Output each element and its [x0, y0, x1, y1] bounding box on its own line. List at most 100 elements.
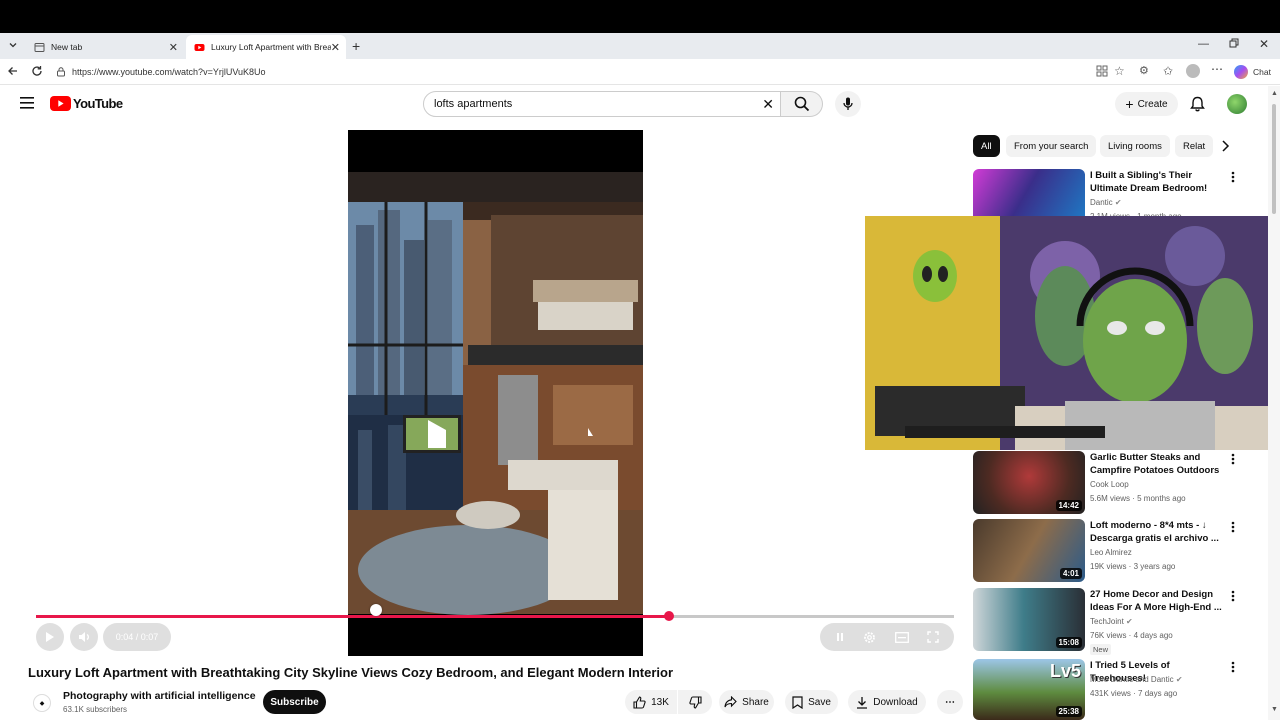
- chips-next-arrow-icon[interactable]: [1220, 140, 1230, 152]
- close-tab-icon[interactable]: ✕: [331, 41, 340, 54]
- create-button[interactable]: + Create: [1115, 92, 1178, 116]
- kebab-menu-icon[interactable]: [1231, 171, 1235, 183]
- settings-gear-icon[interactable]: [863, 631, 876, 644]
- kebab-menu-icon[interactable]: [1231, 661, 1235, 673]
- video-frame[interactable]: [348, 130, 643, 656]
- tab-list-chevron-icon[interactable]: [8, 40, 18, 50]
- clear-search-icon[interactable]: ✕: [762, 96, 774, 113]
- url-field[interactable]: https://www.youtube.com/watch?v=YrjlUVuK…: [50, 62, 1110, 82]
- recommendation-title[interactable]: 27 Home Decor and Design Ideas For A Mor…: [1090, 588, 1225, 614]
- scroll-up-arrow-icon[interactable]: ▲: [1271, 90, 1278, 97]
- user-avatar[interactable]: [1227, 94, 1247, 114]
- webcam-overlay: [865, 216, 1280, 450]
- video-duration: 15:08: [1055, 637, 1082, 648]
- kebab-menu-icon[interactable]: [1231, 453, 1235, 465]
- scroll-down-arrow-icon[interactable]: ▼: [1271, 706, 1278, 713]
- subscribe-label: Subscribe: [270, 696, 319, 708]
- recommendation-item[interactable]: Lv5 25:38 I Tried 5 Levels of Treehouses…: [973, 659, 1253, 720]
- download-button[interactable]: Download: [848, 690, 926, 714]
- video-thumbnail[interactable]: 14:42: [973, 451, 1085, 514]
- video-thumbnail[interactable]: 4:01: [973, 519, 1085, 582]
- search-query: lofts apartments: [434, 98, 513, 110]
- chip-all[interactable]: All: [973, 135, 1000, 157]
- dislike-button[interactable]: [678, 690, 712, 714]
- like-button[interactable]: 13K: [625, 690, 677, 714]
- reload-icon[interactable]: [31, 65, 43, 77]
- notifications-bell-icon[interactable]: [1190, 96, 1205, 112]
- copilot-icon[interactable]: [1234, 65, 1248, 79]
- play-icon: [46, 632, 54, 642]
- minimize-icon[interactable]: —: [1198, 38, 1209, 50]
- filter-chips: All From your search Living rooms Relat: [973, 135, 1233, 157]
- subscriber-count: 63.1K subscribers: [63, 705, 128, 714]
- kebab-menu-icon[interactable]: [1231, 590, 1235, 602]
- browser-tab-bar: New tab ✕ Luxury Loft Apartment with Bre…: [0, 33, 1280, 59]
- recommendation-item[interactable]: 14:42 Garlic Butter Steaks and Campfire …: [973, 451, 1253, 515]
- video-thumbnail[interactable]: Lv5 25:38: [973, 659, 1085, 720]
- save-button[interactable]: Save: [785, 690, 838, 714]
- more-options-icon[interactable]: ⋯: [1211, 62, 1223, 76]
- favorites-icon[interactable]: ✩: [1163, 64, 1173, 78]
- chip-from-your-search[interactable]: From your search: [1006, 135, 1097, 157]
- time-display: 0:04 / 0:07: [103, 623, 171, 651]
- streamer-webcam-image: [865, 216, 1280, 450]
- tab-youtube-video[interactable]: Luxury Loft Apartment with Breathtaking …: [186, 35, 346, 59]
- mute-button[interactable]: [70, 623, 98, 651]
- play-button[interactable]: [36, 623, 64, 651]
- favorite-star-icon[interactable]: ☆: [1114, 64, 1125, 78]
- recommendation-channel: Cook Loop: [1090, 480, 1129, 489]
- chat-label[interactable]: Chat: [1253, 67, 1271, 77]
- video-player[interactable]: 0:04 / 0:07: [28, 130, 958, 656]
- video-title: Luxury Loft Apartment with Breathtaking …: [28, 665, 674, 680]
- recommendation-meta: 76K views · 4 days ago: [1090, 631, 1173, 640]
- like-count: 13K: [651, 696, 669, 708]
- fullscreen-icon[interactable]: [927, 631, 939, 643]
- recommendation-item[interactable]: 15:08 27 Home Decor and Design Ideas For…: [973, 588, 1253, 655]
- extensions-icon[interactable]: ⚙: [1139, 64, 1149, 77]
- kebab-menu-icon[interactable]: [1231, 521, 1235, 533]
- channel-avatar[interactable]: ◆: [33, 694, 51, 712]
- close-window-icon[interactable]: ✕: [1259, 37, 1269, 51]
- chip-living-rooms[interactable]: Living rooms: [1100, 135, 1170, 157]
- recommendation-title[interactable]: Loft moderno - 8*4 mts - ↓ Descarga grat…: [1090, 519, 1225, 545]
- share-label: Share: [742, 696, 769, 708]
- new-tab-plus-icon[interactable]: +: [352, 38, 360, 54]
- progress-bar-played: [36, 615, 670, 618]
- recommendation-channel: TechJoint ✔: [1090, 617, 1133, 626]
- autoplay-toggle-icon[interactable]: [835, 632, 845, 642]
- thumbnail-overlay-text: Lv5: [1049, 661, 1081, 681]
- share-button[interactable]: Share: [719, 690, 774, 714]
- save-label: Save: [808, 696, 831, 708]
- profile-icon[interactable]: [1186, 64, 1200, 78]
- recommendation-title[interactable]: I Built a Sibling's Their Ultimate Dream…: [1090, 169, 1225, 195]
- chip-related[interactable]: Relat: [1175, 135, 1214, 157]
- video-thumbnail[interactable]: 15:08: [973, 588, 1085, 651]
- app-available-icon[interactable]: [1096, 65, 1108, 77]
- voice-search-button[interactable]: [835, 91, 861, 117]
- download-icon: [857, 696, 868, 709]
- player-right-controls: [820, 623, 954, 651]
- restore-icon[interactable]: [1229, 38, 1239, 48]
- subscribe-button[interactable]: Subscribe: [263, 690, 326, 714]
- video-duration: 14:42: [1055, 500, 1082, 511]
- close-tab-icon[interactable]: ✕: [169, 41, 178, 54]
- search-button[interactable]: [781, 91, 823, 117]
- progress-bar[interactable]: [36, 611, 954, 621]
- scrollbar-thumb[interactable]: [1272, 104, 1276, 214]
- channel-name[interactable]: Photography with artificial intelligence: [63, 690, 256, 702]
- miniplayer-icon[interactable]: [894, 631, 909, 643]
- progress-bar-handle[interactable]: [664, 611, 675, 621]
- share-icon: [724, 696, 737, 708]
- hamburger-menu-icon[interactable]: [20, 97, 34, 109]
- page-scrollbar[interactable]: ▲ ▼: [1268, 86, 1280, 720]
- tab-new-tab[interactable]: New tab ✕: [26, 35, 184, 59]
- back-icon[interactable]: [7, 65, 19, 77]
- site-info-icon[interactable]: [56, 67, 66, 77]
- youtube-logo[interactable]: YouTube: [50, 96, 123, 111]
- tab-title: New tab: [51, 42, 83, 52]
- more-actions-button[interactable]: ⋯: [937, 690, 963, 714]
- recommendation-item[interactable]: 4:01 Loft moderno - 8*4 mts - ↓ Descarga…: [973, 519, 1253, 583]
- search-input[interactable]: lofts apartments ✕: [423, 91, 781, 117]
- thumbs-up-icon: [633, 695, 646, 709]
- recommendation-title[interactable]: Garlic Butter Steaks and Campfire Potato…: [1090, 451, 1225, 477]
